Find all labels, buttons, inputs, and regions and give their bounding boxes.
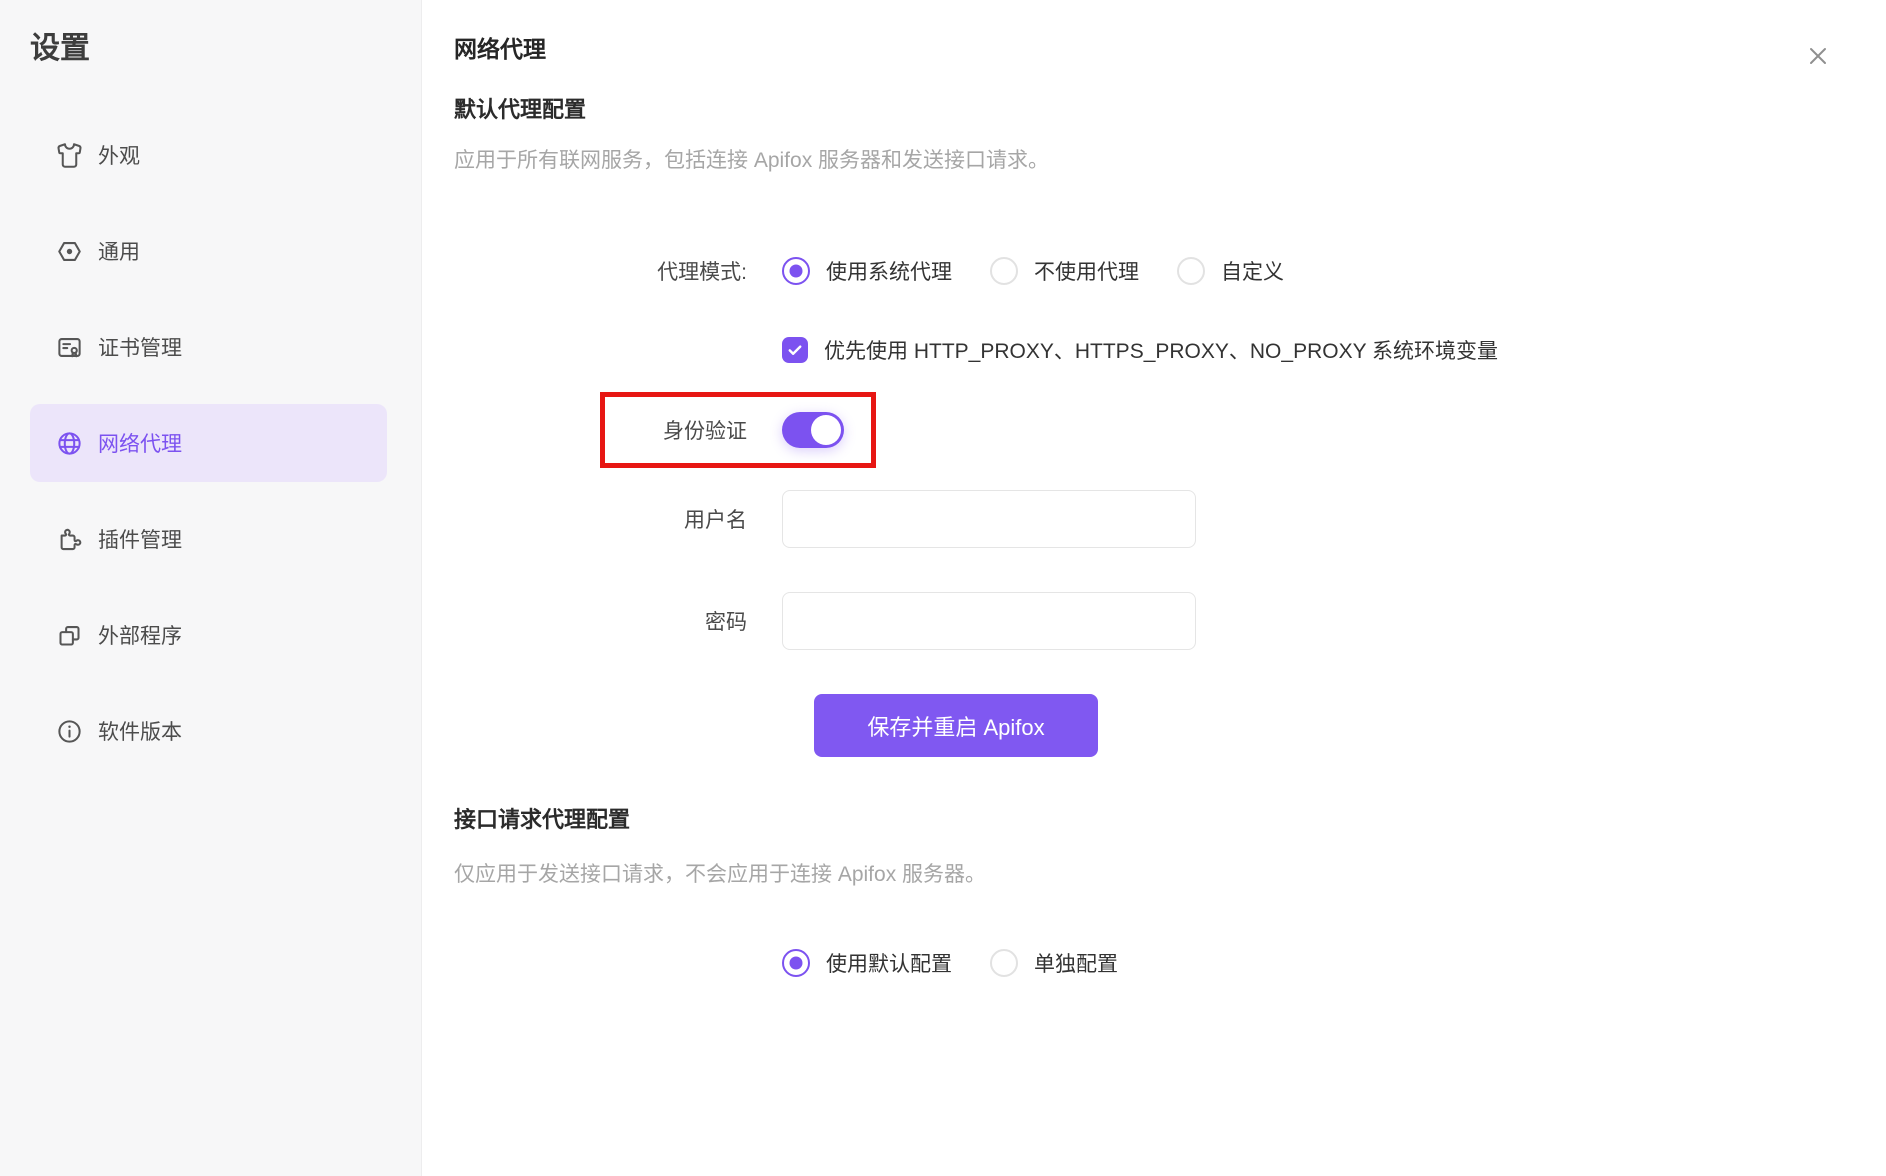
radio-separate-config[interactable]: 单独配置 (990, 948, 1118, 978)
globe-icon (56, 430, 83, 457)
request-proxy-options: 使用默认配置 单独配置 (782, 948, 1118, 978)
shirt-icon (56, 142, 83, 169)
sidebar-item-label: 外观 (98, 140, 140, 170)
proxy-mode-options: 使用系统代理 不使用代理 自定义 (782, 256, 1284, 286)
authentication-label: 身份验证 (454, 415, 747, 445)
sidebar-item-label: 插件管理 (98, 524, 182, 554)
env-variables-label: 优先使用 HTTP_PROXY、HTTPS_PROXY、NO_PROXY 系统环… (824, 335, 1498, 365)
radio-no-proxy[interactable]: 不使用代理 (990, 256, 1139, 286)
sidebar-item-label: 通用 (98, 236, 140, 266)
sidebar-title: 设置 (30, 28, 387, 70)
close-icon[interactable] (1802, 40, 1834, 72)
password-input[interactable] (782, 592, 1196, 650)
username-row: 用户名 (454, 490, 1196, 548)
radio-use-system-proxy[interactable]: 使用系统代理 (782, 256, 952, 286)
sidebar-item-label: 网络代理 (98, 428, 182, 458)
default-proxy-description: 应用于所有联网服务，包括连接 Apifox 服务器和发送接口请求。 (454, 144, 1049, 174)
info-icon (56, 718, 83, 745)
sidebar-item-network-proxy[interactable]: 网络代理 (30, 404, 387, 482)
certificate-icon (56, 334, 83, 361)
save-restart-button[interactable]: 保存并重启 Apifox (814, 694, 1098, 757)
radio-icon (990, 949, 1018, 977)
radio-icon (1177, 257, 1205, 285)
sidebar-item-external-programs[interactable]: 外部程序 (30, 596, 387, 674)
settings-sidebar: 设置 外观 通用 证书管理 (0, 0, 422, 1176)
request-proxy-mode-row: 使用默认配置 单独配置 (454, 948, 1118, 978)
hexagon-gear-icon (56, 238, 83, 265)
password-label: 密码 (454, 606, 747, 636)
radio-label: 使用默认配置 (826, 948, 952, 978)
sidebar-item-general[interactable]: 通用 (30, 212, 387, 290)
network-proxy-panel: 网络代理 默认代理配置 应用于所有联网服务，包括连接 Apifox 服务器和发送… (422, 0, 1886, 1176)
radio-icon (782, 257, 810, 285)
proxy-mode-row: 代理模式: 使用系统代理 不使用代理 自定义 (454, 256, 1284, 286)
toggle-knob (811, 415, 841, 445)
sidebar-item-label: 软件版本 (98, 716, 182, 746)
default-proxy-heading: 默认代理配置 (454, 92, 586, 124)
username-label: 用户名 (454, 504, 747, 534)
radio-label: 自定义 (1221, 256, 1284, 286)
proxy-mode-label: 代理模式: (454, 256, 747, 286)
password-row: 密码 (454, 592, 1196, 650)
overlap-squares-icon (56, 622, 83, 649)
radio-label: 单独配置 (1034, 948, 1118, 978)
authentication-row: 身份验证 (454, 392, 844, 468)
radio-label: 不使用代理 (1034, 256, 1139, 286)
sidebar-item-appearance[interactable]: 外观 (30, 116, 387, 194)
sidebar-item-label: 证书管理 (98, 332, 182, 362)
sidebar-item-plugins[interactable]: 插件管理 (30, 500, 387, 578)
checkmark-icon (786, 341, 804, 359)
radio-icon (782, 949, 810, 977)
radio-label: 使用系统代理 (826, 256, 952, 286)
radio-use-default-config[interactable]: 使用默认配置 (782, 948, 952, 978)
page-title: 网络代理 (454, 30, 546, 64)
sidebar-item-certificates[interactable]: 证书管理 (30, 308, 387, 386)
sidebar-nav: 外观 通用 证书管理 网络代理 (30, 116, 387, 770)
request-proxy-description: 仅应用于发送接口请求，不会应用于连接 Apifox 服务器。 (454, 858, 986, 888)
settings-dialog: 设置 外观 通用 证书管理 (0, 0, 1886, 1176)
radio-custom-proxy[interactable]: 自定义 (1177, 256, 1284, 286)
username-input[interactable] (782, 490, 1196, 548)
authentication-toggle[interactable] (782, 412, 844, 448)
request-proxy-heading: 接口请求代理配置 (454, 802, 630, 834)
sidebar-item-software-version[interactable]: 软件版本 (30, 692, 387, 770)
radio-icon (990, 257, 1018, 285)
env-variables-checkbox[interactable] (782, 337, 808, 363)
sidebar-item-label: 外部程序 (98, 620, 182, 650)
env-variables-row: 优先使用 HTTP_PROXY、HTTPS_PROXY、NO_PROXY 系统环… (454, 336, 1498, 364)
puzzle-icon (56, 526, 83, 553)
